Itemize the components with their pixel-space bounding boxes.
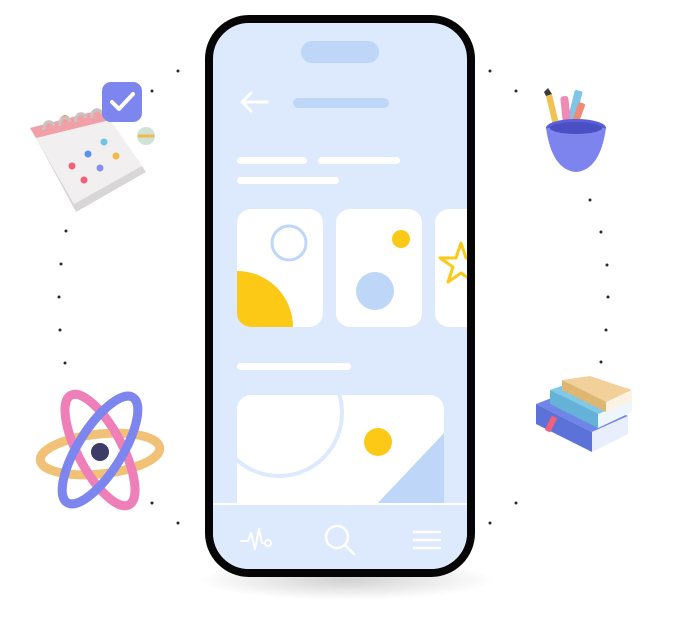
content-card[interactable]: [237, 209, 323, 327]
pencil-cup-icon: [544, 88, 606, 172]
page-title-placeholder: [293, 98, 389, 108]
star-outline-icon: [438, 241, 467, 284]
book-stack-icon: [536, 376, 632, 452]
phone-notch: [301, 41, 379, 63]
phone-frame: [205, 15, 475, 577]
search-icon[interactable]: [323, 523, 357, 557]
content-card[interactable]: [435, 209, 467, 327]
pulse-heartbeat-icon[interactable]: [239, 523, 273, 557]
section-title-placeholder: [237, 363, 351, 370]
menu-icon[interactable]: [411, 523, 445, 557]
bottom-tab-bar: [213, 503, 467, 569]
content-card[interactable]: [336, 209, 422, 327]
dot-and-circle-icon: [356, 230, 410, 310]
text-line-placeholder: [318, 157, 400, 164]
circle-outline-icon: [237, 224, 308, 327]
calendar-icon: [30, 82, 155, 212]
text-line-placeholder: [237, 157, 307, 164]
arrow-left-icon[interactable]: [239, 91, 269, 113]
text-line-placeholder: [237, 177, 339, 184]
atom-icon: [35, 389, 165, 511]
